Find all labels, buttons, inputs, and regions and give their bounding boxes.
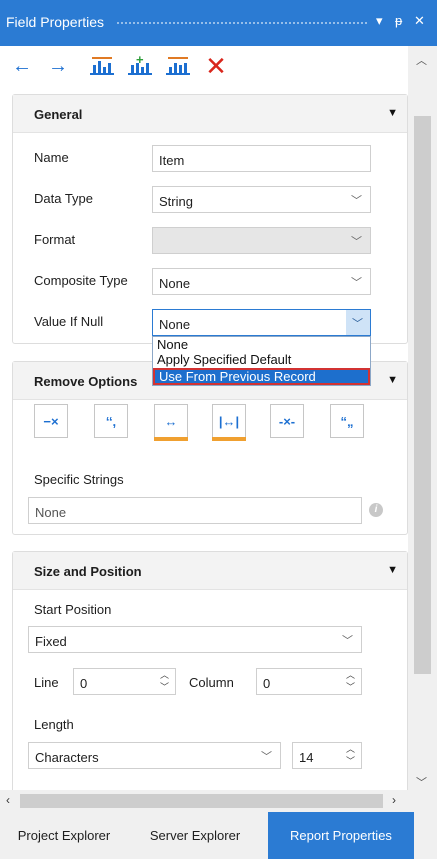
- value-if-null-dropdown-list: None Apply Specified Default Use From Pr…: [152, 336, 371, 386]
- collapse-triangle-icon[interactable]: ▼: [387, 107, 398, 119]
- size-position-section-header[interactable]: Size and Position ▼: [13, 552, 407, 590]
- start-position-label: Start Position: [34, 602, 112, 617]
- value-if-null-label: Value If Null: [34, 314, 104, 329]
- specific-strings-value: None: [35, 505, 67, 520]
- stepper-arrows-icon[interactable]: ︿ ﹀: [346, 669, 355, 693]
- format-select: ﹀: [152, 227, 371, 254]
- scroll-down-icon[interactable]: ﹀: [416, 774, 427, 790]
- active-indicator: [154, 437, 188, 441]
- chevron-down-icon: ﹀: [351, 195, 362, 207]
- specific-strings-input[interactable]: None: [28, 497, 362, 524]
- active-indicator: [212, 437, 246, 441]
- remove-leading-quote-icon: ‘‘,: [105, 413, 117, 429]
- forward-arrow-icon[interactable]: →: [46, 54, 70, 78]
- close-icon[interactable]: ✕: [414, 13, 425, 29]
- chevron-down-icon: ﹀: [351, 277, 362, 289]
- remove-quotes-button[interactable]: “„: [330, 404, 364, 438]
- pin-icon[interactable]: ᵽ: [395, 13, 402, 28]
- scroll-up-icon[interactable]: ︿: [416, 52, 427, 68]
- remove-leading-chars-icon: −×: [43, 413, 59, 429]
- specific-strings-label: Specific Strings: [34, 472, 124, 487]
- chevron-down-icon: ﹀: [342, 635, 353, 647]
- general-section: General ▼: [12, 94, 408, 344]
- length-count-value: 14: [299, 750, 314, 765]
- general-section-title: General: [34, 107, 83, 122]
- value-if-null-select[interactable]: None ﹀: [152, 309, 371, 336]
- composite-type-label: Composite Type: [34, 273, 128, 288]
- value-if-null-value: None: [159, 317, 191, 332]
- remove-options-section-title: Remove Options: [34, 374, 138, 389]
- size-position-section-title: Size and Position: [34, 564, 142, 579]
- trim-spaces-button[interactable]: ↔: [154, 404, 188, 441]
- trim-bounded-spaces-icon: |↔|: [218, 413, 240, 429]
- dropdown-option[interactable]: Apply Specified Default: [153, 353, 370, 368]
- dropdown-option[interactable]: None: [153, 338, 370, 353]
- remove-inner-chars-icon: -×-: [278, 413, 296, 429]
- start-position-value: Fixed: [35, 634, 67, 649]
- name-value: Item: [159, 153, 185, 168]
- line-stepper[interactable]: 0 ︿ ﹀: [73, 668, 176, 695]
- column-stepper[interactable]: 0 ︿ ﹀: [256, 668, 362, 695]
- start-position-select[interactable]: Fixed ﹀: [28, 626, 362, 653]
- length-label: Length: [34, 717, 74, 732]
- column-value: 0: [263, 676, 271, 691]
- stepper-arrows-icon[interactable]: ︿ ﹀: [160, 669, 169, 693]
- general-section-header[interactable]: General ▼: [13, 95, 407, 133]
- composite-type-value: None: [159, 276, 191, 291]
- composite-type-select[interactable]: None ﹀: [152, 268, 371, 295]
- name-field[interactable]: Item: [152, 145, 371, 172]
- line-label: Line: [34, 675, 59, 690]
- panel-title-bar: Field Properties ▾ ᵽ ✕: [0, 0, 437, 46]
- tab-server-explorer[interactable]: Server Explorer: [133, 812, 257, 859]
- vertical-scrollbar[interactable]: ︿ ﹀: [408, 46, 437, 790]
- length-count-stepper[interactable]: 14 ︿ ﹀: [292, 742, 362, 769]
- remove-leading-chars-button[interactable]: −×: [34, 404, 68, 438]
- bottom-tabs: Project Explorer Server Explorer Report …: [0, 812, 437, 859]
- vertical-scroll-thumb[interactable]: [414, 116, 431, 674]
- title-grip[interactable]: [116, 21, 368, 26]
- columns-icon[interactable]: [88, 54, 116, 78]
- horizontal-scroll-thumb[interactable]: [20, 794, 383, 808]
- move-column-icon[interactable]: [164, 54, 192, 78]
- stepper-arrows-icon[interactable]: ︿ ﹀: [346, 743, 355, 767]
- remove-inner-chars-button[interactable]: -×-: [270, 404, 304, 438]
- chevron-down-icon: ﹀: [351, 236, 362, 248]
- trim-spaces-icon: ↔: [164, 413, 178, 429]
- back-arrow-icon[interactable]: ←: [10, 54, 34, 78]
- tab-project-explorer[interactable]: Project Explorer: [0, 812, 128, 859]
- column-label: Column: [189, 675, 234, 690]
- add-column-icon[interactable]: +: [126, 52, 154, 78]
- remove-leading-quote-button[interactable]: ‘‘,: [94, 404, 128, 438]
- length-unit-value: Characters: [35, 750, 99, 765]
- chevron-down-icon: ﹀: [261, 751, 272, 763]
- scroll-left-icon[interactable]: ‹: [6, 793, 10, 807]
- dropdown-button[interactable]: ﹀: [346, 310, 370, 335]
- length-unit-select[interactable]: Characters ﹀: [28, 742, 281, 769]
- panel-menu-icon[interactable]: ▾: [376, 13, 383, 29]
- scrollbar-corner: [408, 790, 437, 812]
- delete-icon[interactable]: ✕: [202, 53, 230, 79]
- line-value: 0: [80, 676, 88, 691]
- dropdown-option-highlighted[interactable]: Use From Previous Record: [153, 368, 370, 385]
- scroll-right-icon[interactable]: ›: [392, 793, 396, 807]
- data-type-select[interactable]: String ﹀: [152, 186, 371, 213]
- remove-quotes-icon: “„: [340, 413, 354, 429]
- data-type-label: Data Type: [34, 191, 94, 206]
- toolbar: ← → + ✕: [0, 46, 408, 88]
- trim-bounded-spaces-button[interactable]: |↔|: [212, 404, 246, 441]
- format-label: Format: [34, 232, 76, 247]
- name-label: Name: [34, 150, 69, 165]
- info-icon[interactable]: i: [369, 503, 383, 517]
- panel-title: Field Properties: [6, 14, 105, 30]
- data-type-value: String: [159, 194, 193, 209]
- collapse-triangle-icon[interactable]: ▼: [387, 374, 398, 386]
- horizontal-scrollbar[interactable]: ‹ ›: [0, 790, 408, 812]
- collapse-triangle-icon[interactable]: ▼: [387, 564, 398, 576]
- chevron-down-icon: ﹀: [352, 318, 363, 330]
- tab-report-properties[interactable]: Report Properties: [268, 812, 414, 859]
